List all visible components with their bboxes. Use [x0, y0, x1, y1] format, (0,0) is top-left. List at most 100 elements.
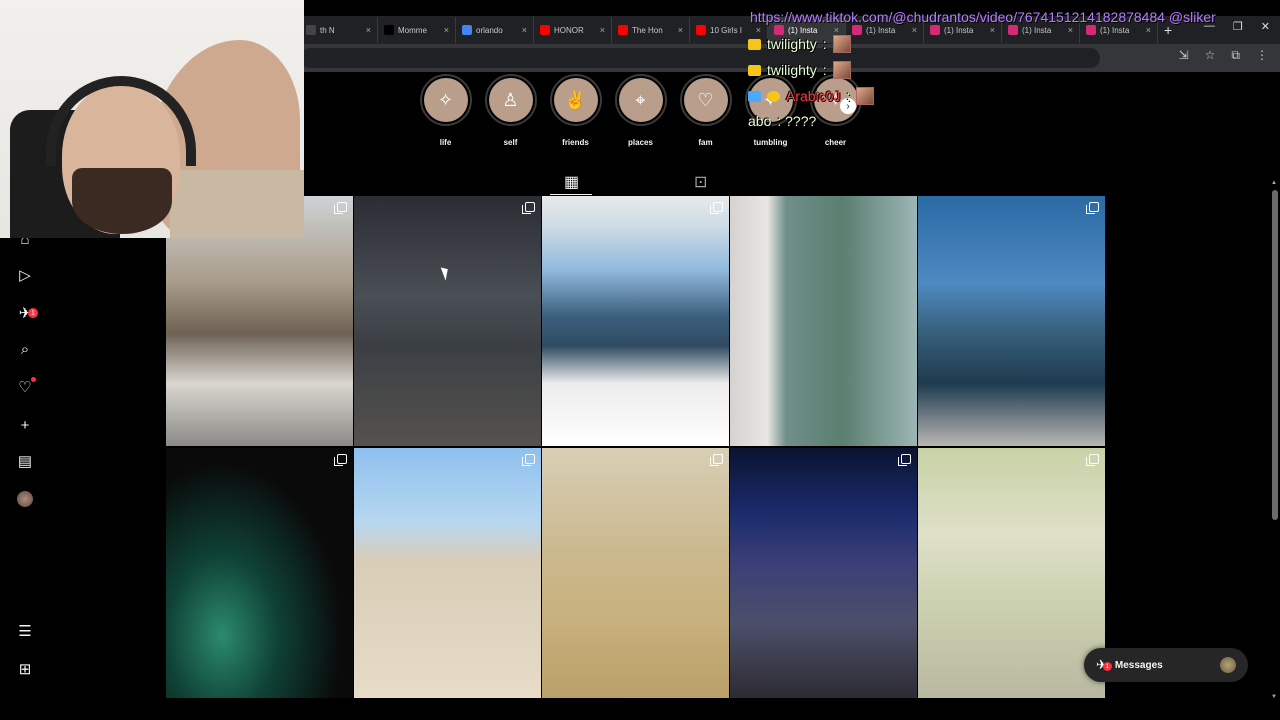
browser-tab[interactable]: orlando ×: [456, 17, 534, 43]
instagram-icon: [852, 25, 862, 35]
close-tab-icon[interactable]: ×: [678, 25, 683, 35]
create-plus-icon[interactable]: +: [16, 416, 34, 434]
notifications-heart-icon[interactable]: ♡: [16, 377, 36, 396]
close-tab-icon[interactable]: ×: [600, 25, 605, 35]
close-tab-icon[interactable]: ×: [1146, 25, 1151, 35]
screen: th N × Momme × orlando × HONOR × The Hon × 10 Girl…: [0, 0, 1280, 720]
extension-icon[interactable]: ⧉: [1231, 48, 1240, 63]
highlight-ring: ✌: [549, 74, 602, 126]
scrollbar-thumb[interactable]: [1272, 190, 1278, 520]
tagged-icon[interactable]: ⊡: [694, 172, 707, 192]
close-tab-icon[interactable]: ×: [834, 25, 839, 35]
chat-username: twilighty: [767, 36, 817, 52]
browser-tab[interactable]: th N ×: [300, 17, 378, 43]
address-bar[interactable]: [300, 48, 1100, 68]
post-thumbnail[interactable]: [354, 448, 541, 698]
highlight-ring: ⌖: [614, 74, 667, 126]
story-highlight[interactable]: ♡ fam: [678, 74, 733, 147]
story-highlight[interactable]: ✦tumbling: [743, 74, 798, 147]
install-icon[interactable]: ⇲: [1179, 48, 1189, 63]
crown-icon: [748, 38, 761, 50]
restore-icon[interactable]: ❐: [1233, 20, 1243, 33]
also-from-meta-icon[interactable]: ⊞: [16, 660, 34, 678]
nav-sidebar: ⌂ ▷ ✈ 1 ⌕ ♡ + ▤ ☰ ⊞: [0, 230, 50, 690]
post-thumbnail[interactable]: [918, 196, 1105, 446]
tab-label: The Hon: [632, 25, 663, 35]
highlight-label: self: [503, 138, 518, 147]
carousel-icon: [522, 454, 535, 466]
emote-icon: [856, 87, 875, 105]
post-image: [542, 448, 729, 698]
menu-kebab-icon[interactable]: ⋮: [1256, 48, 1268, 63]
tab-label: HONOR: [554, 25, 584, 35]
post-thumbnail[interactable]: [542, 448, 729, 698]
story-highlight[interactable]: ✧ life: [418, 74, 473, 147]
notification-dot: [31, 377, 36, 382]
post-thumbnail[interactable]: [542, 196, 729, 446]
story-highlight[interactable]: ✌ friends: [548, 74, 603, 147]
toolbar-icons: ⇲ ☆ ⧉ ⋮: [1179, 48, 1268, 63]
close-tab-icon[interactable]: ×: [756, 25, 761, 35]
messenger-icon[interactable]: ✈ 1: [16, 304, 38, 322]
story-highlight[interactable]: ♙ self: [483, 74, 538, 147]
profile-avatar[interactable]: [16, 490, 34, 508]
highlight-label: life: [439, 138, 452, 147]
browser-tab[interactable]: HONOR ×: [534, 17, 612, 43]
tab-label: (1) Insta: [944, 25, 974, 35]
instagram-icon: [1086, 25, 1096, 35]
browser-tab[interactable]: Momme ×: [378, 17, 456, 43]
messages-badge: 1: [1102, 662, 1112, 671]
scroll-up-arrow[interactable]: ▲: [1271, 180, 1277, 186]
dashboard-icon[interactable]: ▤: [16, 452, 34, 470]
posts-grid-icon[interactable]: ▦: [564, 172, 579, 192]
highlight-label: places: [628, 138, 653, 147]
streamer-shirt: [170, 170, 304, 238]
story-highlights: ✧ life ♙ self ✌ friends ⌖ places ♡ fam ✦tumbling✧c…: [418, 74, 863, 147]
post-thumbnail[interactable]: [354, 196, 541, 446]
post-thumbnail[interactable]: [918, 448, 1105, 698]
tab-label: (1) Insta: [1022, 25, 1052, 35]
carousel-icon: [1086, 202, 1099, 214]
close-tab-icon[interactable]: ×: [1068, 25, 1073, 35]
sparkle-icon: ✧: [423, 78, 468, 122]
messages-label: Messages: [1114, 659, 1163, 671]
highlight-ring: ✧: [419, 74, 472, 126]
carousel-icon: [1086, 454, 1099, 466]
close-tab-icon[interactable]: ×: [366, 25, 371, 35]
browser-tab[interactable]: The Hon ×: [612, 17, 690, 43]
close-window-icon[interactable]: ✕: [1261, 20, 1270, 33]
tab-label: th N: [320, 25, 335, 35]
close-tab-icon[interactable]: ×: [522, 25, 527, 35]
carousel-icon: [334, 202, 347, 214]
webcam-overlay: [0, 0, 304, 238]
post-image: [730, 196, 917, 446]
post-thumbnail[interactable]: [730, 196, 917, 446]
story-highlight[interactable]: ✧ cheer: [808, 74, 863, 147]
close-tab-icon[interactable]: ×: [912, 25, 917, 35]
post-image: [354, 196, 541, 446]
tab-icon: [306, 25, 316, 35]
profile-tabs: ▦ ⊡: [166, 166, 1105, 196]
scroll-down-arrow[interactable]: ▼: [1271, 694, 1277, 700]
emote-icon: [832, 35, 851, 53]
more-menu-icon[interactable]: ☰: [16, 622, 34, 640]
chat-username: abo: [748, 113, 772, 129]
messages-button[interactable]: ✈ 1 Messages: [1084, 648, 1248, 682]
post-image: [918, 196, 1105, 446]
notification-badge: 1: [28, 308, 38, 318]
close-tab-icon[interactable]: ×: [444, 25, 449, 35]
post-thumbnail[interactable]: [166, 448, 353, 698]
close-tab-icon[interactable]: ×: [990, 25, 995, 35]
x-icon: [384, 25, 394, 35]
reels-icon[interactable]: ▷: [16, 266, 34, 284]
search-icon[interactable]: ⌕: [16, 340, 34, 358]
highlight-label: friends: [562, 138, 589, 147]
story-highlight[interactable]: ⌖ places: [613, 74, 668, 147]
bookmark-star-icon[interactable]: ☆: [1205, 48, 1216, 63]
chat-url-line: https://www.tiktok.com/@chudrantos/video…: [750, 9, 1216, 25]
post-thumbnail[interactable]: [730, 448, 917, 698]
post-image: [354, 448, 541, 698]
chat-text: :: [822, 36, 827, 52]
instagram-icon: [1008, 25, 1018, 35]
tab-label: (1) Insta: [866, 25, 896, 35]
